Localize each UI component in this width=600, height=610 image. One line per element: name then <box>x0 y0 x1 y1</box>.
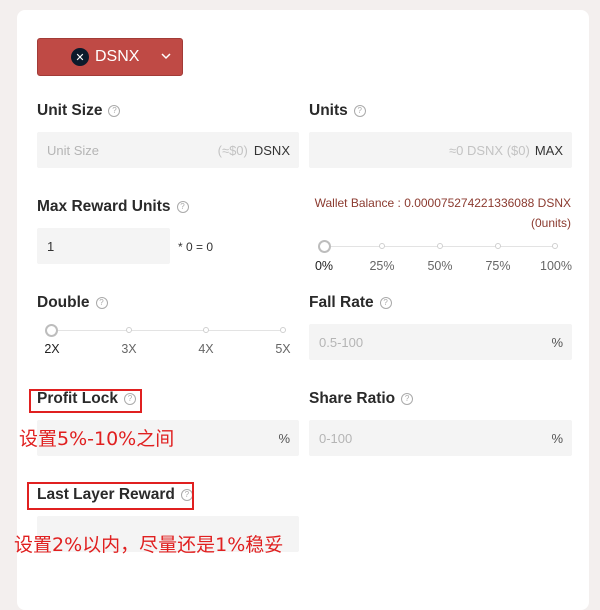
double-slider-handle[interactable] <box>45 324 58 337</box>
fall-rate-label: Fall Rate ? <box>309 294 392 312</box>
double-slider-dot[interactable] <box>203 327 209 333</box>
help-icon[interactable]: ? <box>353 105 366 117</box>
percent-slider-dot[interactable] <box>552 243 558 249</box>
double-tick[interactable]: 2X <box>44 342 59 356</box>
chevron-down-icon <box>160 49 172 67</box>
help-icon[interactable]: ? <box>401 393 414 405</box>
max-reward-formula: * 0 = 0 <box>178 240 214 254</box>
double-slider-dot[interactable] <box>126 327 132 333</box>
wallet-balance-text: Wallet Balance : 0.000075274221336088 DS… <box>314 196 571 210</box>
share-ratio-label: Share Ratio ? <box>309 390 414 408</box>
token-name: DSNX <box>95 48 140 65</box>
unit-size-input[interactable]: Unit Size (≈$0) DSNX <box>37 132 299 168</box>
units-label: Units ? <box>309 102 366 120</box>
fall-rate-placeholder: 0.5-100 <box>319 334 364 350</box>
percent-slider-dot[interactable] <box>379 243 385 249</box>
percent-slider-dot[interactable] <box>495 243 501 249</box>
percent-tick[interactable]: 0% <box>315 259 333 273</box>
percent-tick[interactable]: 100% <box>540 259 572 273</box>
last-layer-reward-annotation: 设置2%以内，尽量还是1%稳妥 <box>14 534 284 556</box>
dsnx-logo-icon: ✕ <box>71 48 89 66</box>
percent-tick[interactable]: 25% <box>369 259 394 273</box>
max-reward-units-value: 1 <box>47 238 55 254</box>
token-select-button[interactable]: ✕ DSNX <box>37 38 183 76</box>
percent-tick[interactable]: 75% <box>485 259 510 273</box>
percent-tick[interactable]: 50% <box>427 259 452 273</box>
percent-slider-dot[interactable] <box>437 243 443 249</box>
max-button[interactable]: MAX <box>535 143 572 158</box>
units-input[interactable]: ≈0 DSNX ($0) MAX <box>309 132 572 168</box>
help-icon[interactable]: ? <box>379 297 392 309</box>
help-icon[interactable]: ? <box>95 297 108 309</box>
wallet-balance: Wallet Balance : 0.000075274221336088 DS… <box>315 193 571 233</box>
double-slider-track[interactable] <box>52 330 284 331</box>
max-reward-units-label: Max Reward Units ? <box>37 198 189 216</box>
fall-rate-input[interactable]: 0.5-100 % <box>309 324 572 360</box>
help-icon[interactable]: ? <box>176 201 189 213</box>
share-ratio-unit: % <box>551 430 563 446</box>
double-slider-dot[interactable] <box>280 327 286 333</box>
profit-lock-highlight-box <box>29 389 142 413</box>
help-icon[interactable]: ? <box>108 105 121 117</box>
percent-slider-handle[interactable] <box>318 240 331 253</box>
unit-size-label: Unit Size ? <box>37 102 121 120</box>
double-label: Double ? <box>37 294 108 312</box>
share-ratio-placeholder: 0-100 <box>319 430 353 446</box>
unit-size-suffix: DSNX <box>253 142 290 158</box>
max-reward-units-input[interactable]: 1 <box>37 228 170 264</box>
double-tick[interactable]: 3X <box>121 342 136 356</box>
double-tick[interactable]: 4X <box>198 342 213 356</box>
wallet-units-text: (0units) <box>530 216 571 230</box>
unit-size-placeholder: Unit Size <box>47 142 100 158</box>
double-tick[interactable]: 5X <box>275 342 290 356</box>
share-ratio-input[interactable]: 0-100 % <box>309 420 572 456</box>
profit-lock-annotation: 设置5%-10%之间 <box>19 428 175 450</box>
units-value: ≈0 DSNX ($0) <box>449 142 530 158</box>
last-layer-reward-highlight-box <box>27 482 194 510</box>
fall-rate-unit: % <box>551 334 563 350</box>
profit-lock-unit: % <box>278 430 290 446</box>
unit-size-approx: (≈$0) <box>217 142 248 158</box>
